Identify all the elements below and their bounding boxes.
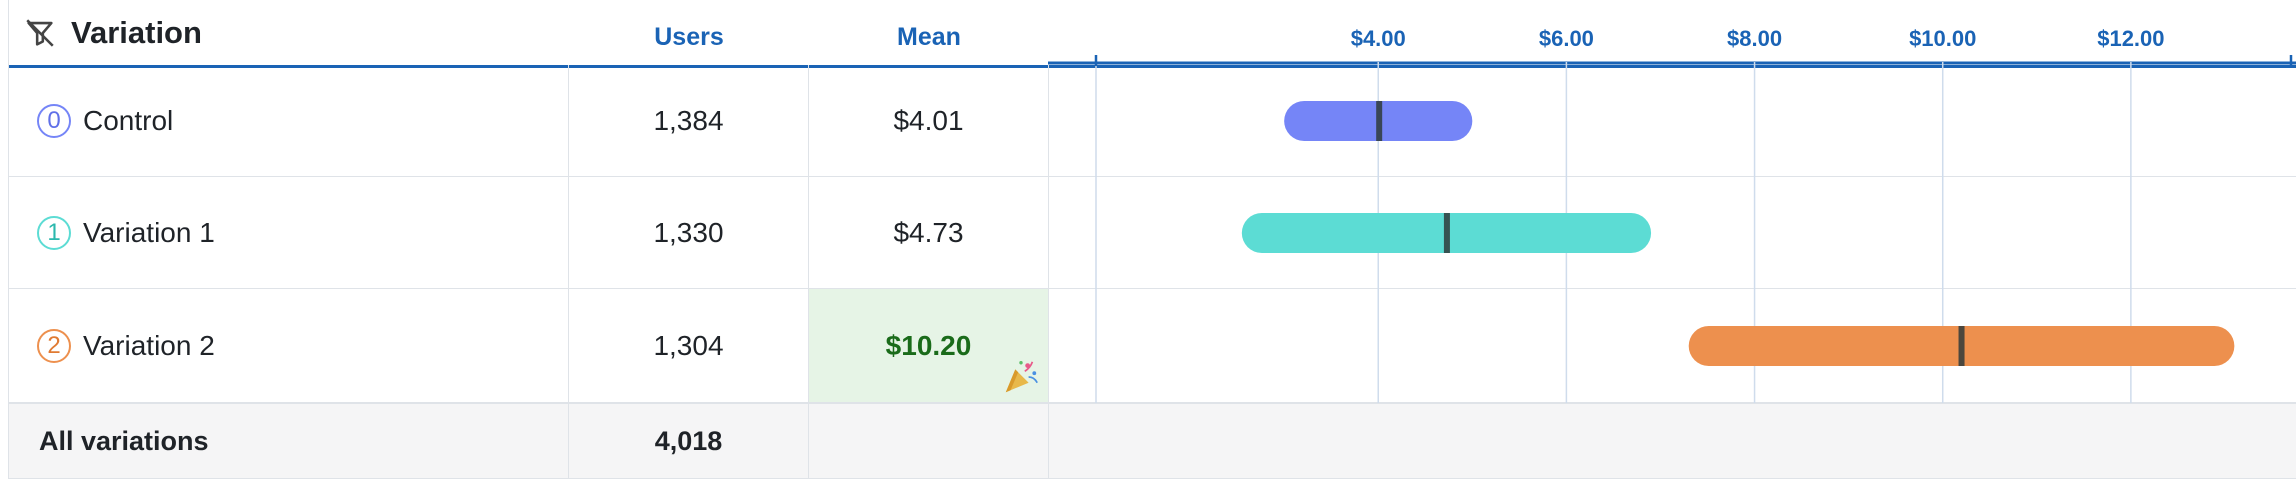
- x-tick-label: $10.00: [1909, 26, 1976, 51]
- x-tick-label: $6.00: [1539, 26, 1594, 51]
- x-tick-label: $4.00: [1351, 26, 1406, 51]
- variation-name: Variation 1: [83, 216, 215, 248]
- variation-column-header: Variation: [9, 0, 569, 65]
- total-users: 4,018: [569, 404, 809, 478]
- filter-off-icon[interactable]: [23, 16, 57, 50]
- x-tick-label: $12.00: [2097, 26, 2164, 51]
- variation-badge: 1: [37, 215, 71, 250]
- x-tick-label: $8.00: [1727, 26, 1782, 51]
- mean-marker: [1376, 101, 1383, 141]
- mean-value: $4.01: [809, 65, 1049, 176]
- users-column-header[interactable]: Users: [569, 0, 809, 65]
- variation-name: Control: [83, 104, 174, 136]
- users-count: 1,330: [569, 177, 809, 288]
- footer-mean-cell: [809, 404, 1049, 478]
- mean-marker: [1443, 213, 1450, 253]
- mean-value: $4.73: [809, 177, 1049, 288]
- variation-name: Variation 2: [83, 329, 215, 361]
- users-count: 1,384: [569, 65, 809, 176]
- variation-name-cell: 1 Variation 1: [9, 177, 569, 288]
- variation-name-cell: 0 Control: [9, 65, 569, 176]
- users-count: 1,304: [569, 289, 809, 402]
- mean-value: $10.20: [885, 329, 972, 361]
- table-footer: All variations 4,018: [9, 403, 2296, 478]
- footer-chart-cell: [1049, 404, 2296, 478]
- mean-marker: [1958, 326, 1965, 366]
- mean-value-winner: $10.20: [809, 289, 1049, 402]
- variation-name-cell: 2 Variation 2: [9, 289, 569, 402]
- variation-header-label: Variation: [71, 14, 202, 50]
- variation-badge: 0: [37, 103, 71, 138]
- variation-badge: 2: [37, 328, 71, 363]
- party-popper-icon: [1005, 361, 1038, 393]
- mean-interval-chart: $4.00 $6.00 $8.00 $10.00 $12.00: [1048, 26, 2296, 403]
- all-variations-label: All variations: [9, 404, 569, 478]
- mean-column-header[interactable]: Mean: [809, 0, 1049, 65]
